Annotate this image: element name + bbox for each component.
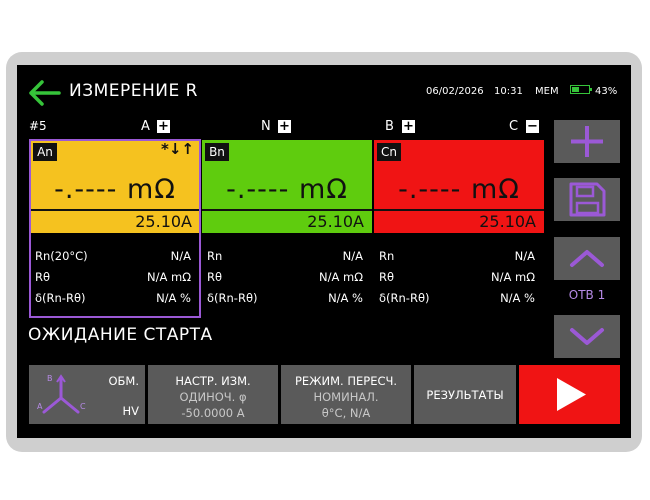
add-button[interactable] (554, 120, 620, 163)
measurement-settings-button[interactable]: НАСТР. ИЗМ. ОДИНОЧ. φ -50.0000 A (148, 365, 278, 424)
plus-icon (571, 126, 603, 157)
winding-title: ОБМ. (108, 374, 139, 388)
info-label: δ(Rn-Rθ) (35, 291, 86, 305)
settings-current: -50.0000 A (181, 406, 245, 420)
phase-label-c: C (509, 119, 519, 134)
status-message: ОЖИДАНИЕ СТАРТА (28, 325, 213, 345)
battery-percent: 43% (595, 86, 618, 97)
info-label: Rθ (379, 270, 395, 284)
recalc-mode: НОМИНАЛ. (313, 390, 379, 404)
chevron-up-icon (570, 250, 604, 267)
diagram-label-c: C (80, 402, 86, 411)
header-date: 06/02/2026 (426, 86, 484, 97)
recalc-mode-button[interactable]: РЕЖИМ. ПЕРЕСЧ. НОМИНАЛ. θ°C, N/A (281, 365, 411, 424)
phase-panel-cn[interactable]: Cn -.---- mΩ 25.10A (374, 140, 544, 233)
device-screen: ИЗМЕРЕНИЕ R 06/02/2026 10:31 MEM 43% #5 … (17, 65, 631, 438)
play-icon (557, 378, 586, 411)
tap-down-button[interactable] (554, 315, 620, 358)
info-label: Rθ (35, 270, 51, 284)
info-value: N/A % (328, 291, 363, 305)
memory-label: MEM (535, 86, 559, 97)
diagram-label-b: B (47, 374, 53, 383)
info-label: Rn (379, 249, 395, 263)
diagram-label-a: A (37, 402, 43, 411)
info-label: δ(Rn-Rθ) (379, 291, 430, 305)
tap-position-label: ОТВ 1 (568, 288, 606, 302)
winding-button[interactable]: B A C ОБМ. HV (29, 365, 145, 424)
test-current: 25.10A (307, 212, 364, 231)
panel-name: Bn (205, 143, 229, 161)
phase-n-toggle[interactable]: + (278, 120, 291, 133)
resistance-value: -.---- mΩ (226, 174, 348, 205)
info-value: N/A (514, 249, 535, 263)
save-icon (569, 182, 606, 217)
phase-c-toggle[interactable]: − (526, 120, 539, 133)
back-arrow-icon[interactable] (27, 79, 61, 107)
battery-icon (570, 85, 592, 94)
settings-mode: ОДИНОЧ. φ (179, 390, 247, 404)
results-button[interactable]: РЕЗУЛЬТАТЫ (414, 365, 516, 424)
measurement-number: #5 (29, 119, 47, 133)
resistance-value: -.---- mΩ (398, 174, 520, 205)
phase-a-toggle[interactable]: + (157, 120, 170, 133)
info-value: N/A % (156, 291, 191, 305)
info-value: N/A mΩ (491, 270, 535, 284)
header-time: 10:31 (494, 86, 523, 97)
start-button[interactable] (519, 365, 620, 424)
info-value: N/A mΩ (319, 270, 363, 284)
panel-divider (202, 209, 372, 211)
test-current: 25.10A (479, 212, 536, 231)
info-label: Rθ (207, 270, 223, 284)
save-button[interactable] (554, 178, 620, 221)
info-label: δ(Rn-Rθ) (207, 291, 258, 305)
chevron-down-icon (570, 328, 604, 345)
info-value: N/A mΩ (147, 270, 191, 284)
info-label: Rn(20°C) (35, 249, 88, 263)
phase-label-a: A (141, 119, 150, 134)
info-value: N/A (170, 249, 191, 263)
results-label: РЕЗУЛЬТАТЫ (426, 388, 504, 402)
phase-b-toggle[interactable]: + (402, 120, 415, 133)
panel-name: Cn (377, 143, 401, 161)
panel-divider (374, 209, 544, 211)
phase-label-b: B (385, 119, 394, 134)
page-title: ИЗМЕРЕНИЕ R (69, 81, 198, 101)
info-value: N/A % (500, 291, 535, 305)
info-label: Rn (207, 249, 223, 263)
winding-diagram-icon: B A C (37, 374, 86, 414)
winding-value: HV (122, 404, 139, 418)
phase-panel-bn[interactable]: Bn -.---- mΩ 25.10A (202, 140, 372, 233)
settings-title: НАСТР. ИЗМ. (175, 374, 251, 388)
phase-label-n: N (261, 119, 271, 134)
recalc-temperature: θ°C, N/A (321, 406, 371, 420)
info-value: N/A (342, 249, 363, 263)
recalc-title: РЕЖИМ. ПЕРЕСЧ. (294, 374, 398, 388)
tap-up-button[interactable] (554, 237, 620, 280)
